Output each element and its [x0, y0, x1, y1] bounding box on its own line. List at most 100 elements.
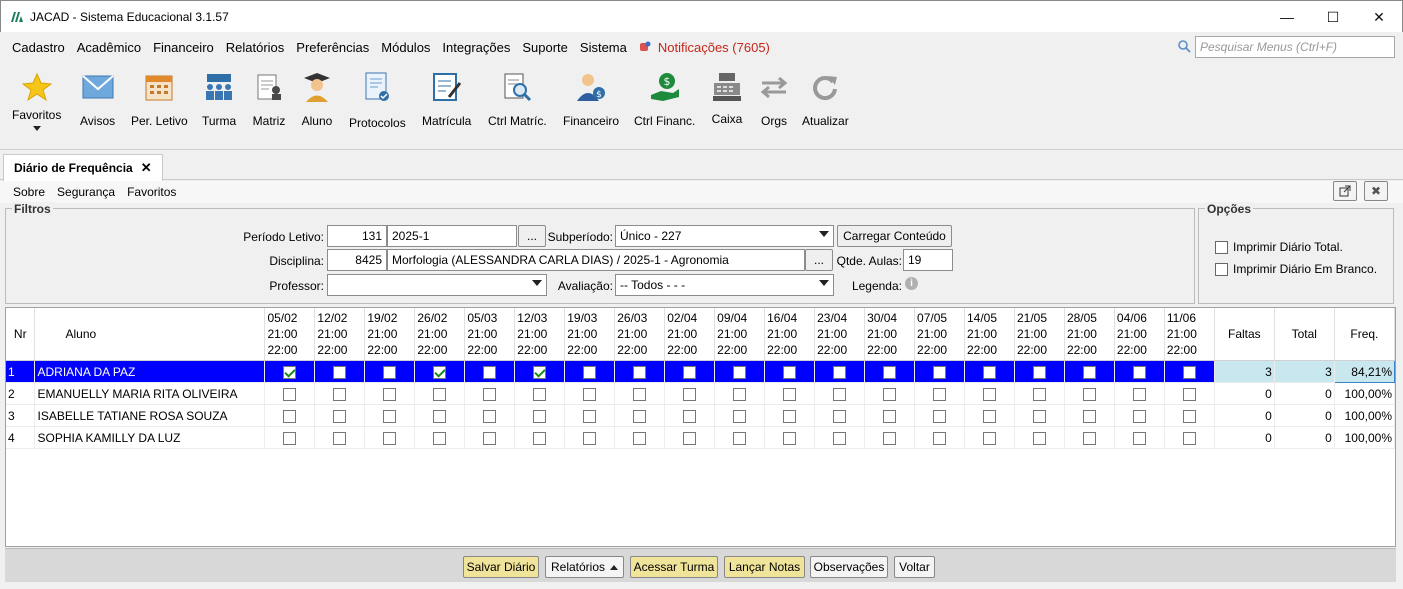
submenu-favoritos[interactable]: Favoritos: [127, 185, 176, 199]
attendance-checkbox[interactable]: [933, 431, 947, 445]
orgs-button[interactable]: Orgs: [757, 70, 791, 128]
attendance-checkbox[interactable]: [683, 387, 697, 401]
close-tab-icon[interactable]: ✕: [141, 160, 152, 176]
attendance-checkbox[interactable]: [633, 431, 647, 445]
attendance-checkbox[interactable]: [783, 387, 797, 401]
col-header-date[interactable]: 12/02 21:00 22:00: [314, 308, 366, 361]
attendance-checkbox[interactable]: [483, 409, 497, 423]
attendance-checkbox[interactable]: [433, 365, 447, 379]
attendance-checkbox[interactable]: [982, 409, 996, 423]
attendance-checkbox[interactable]: [1082, 387, 1096, 401]
menu-preferencias[interactable]: Preferências: [296, 40, 369, 55]
protocolos-button[interactable]: Protocolos: [349, 70, 406, 130]
col-header-date[interactable]: 23/04 21:00 22:00: [814, 308, 866, 361]
menu-search-input[interactable]: Pesquisar Menus (Ctrl+F): [1195, 36, 1395, 58]
col-header-nr[interactable]: Nr: [6, 308, 36, 361]
attendance-checkbox[interactable]: [383, 409, 397, 423]
attendance-checkbox[interactable]: [433, 409, 447, 423]
attendance-checkbox[interactable]: [1132, 431, 1146, 445]
attendance-checkbox[interactable]: [933, 387, 947, 401]
attendance-checkbox[interactable]: [283, 409, 297, 423]
close-panel-button[interactable]: ✖: [1364, 181, 1388, 201]
attendance-checkbox[interactable]: [1032, 387, 1046, 401]
close-window-button[interactable]: ✕: [1356, 1, 1402, 33]
attendance-checkbox[interactable]: [483, 365, 497, 379]
attendance-checkbox[interactable]: [1182, 431, 1196, 445]
col-header-faltas[interactable]: Faltas: [1214, 308, 1275, 361]
menu-academico[interactable]: Acadêmico: [77, 40, 141, 55]
menu-integracoes[interactable]: Integrações: [442, 40, 510, 55]
atualizar-button[interactable]: Atualizar: [802, 70, 849, 128]
attendance-checkbox[interactable]: [933, 409, 947, 423]
attendance-checkbox[interactable]: [383, 365, 397, 379]
col-header-date[interactable]: 05/03 21:00 22:00: [464, 308, 516, 361]
avisos-button[interactable]: Avisos: [80, 70, 115, 128]
ctrl-financ-button[interactable]: $ Ctrl Financ.: [634, 70, 695, 128]
attendance-checkbox[interactable]: [1032, 431, 1046, 445]
per-letivo-button[interactable]: Per. Letivo: [131, 70, 188, 128]
attendance-checkbox[interactable]: [783, 365, 797, 379]
attendance-checkbox[interactable]: [883, 365, 897, 379]
attendance-checkbox[interactable]: [683, 365, 697, 379]
professor-select[interactable]: [327, 274, 547, 296]
col-header-date[interactable]: 26/02 21:00 22:00: [414, 308, 466, 361]
attendance-checkbox[interactable]: [633, 387, 647, 401]
attendance-checkbox[interactable]: [483, 431, 497, 445]
table-row[interactable]: 2 EMANUELLY MARIA RITA OLIVEIRA 0 0 100,00%: [6, 382, 1396, 405]
attendance-checkbox[interactable]: [833, 365, 847, 379]
col-header-date[interactable]: 16/04 21:00 22:00: [764, 308, 816, 361]
submenu-seguranca[interactable]: Segurança: [57, 185, 115, 199]
attendance-checkbox[interactable]: [633, 365, 647, 379]
attendance-checkbox[interactable]: [1082, 431, 1096, 445]
avaliacao-select[interactable]: -- Todos - - -: [615, 274, 834, 296]
subperiodo-select[interactable]: Único - 227: [615, 225, 834, 247]
detach-window-button[interactable]: [1333, 181, 1357, 201]
col-header-date[interactable]: 26/03 21:00 22:00: [614, 308, 666, 361]
voltar-button[interactable]: Voltar: [894, 556, 935, 578]
attendance-checkbox[interactable]: [533, 431, 547, 445]
attendance-checkbox[interactable]: [283, 387, 297, 401]
table-row[interactable]: 1 ADRIANA DA PAZ 3 3 84,21%: [6, 360, 1396, 383]
menu-modulos[interactable]: Módulos: [381, 40, 430, 55]
attendance-checkbox[interactable]: [333, 409, 347, 423]
col-header-date[interactable]: 07/05 21:00 22:00: [914, 308, 965, 361]
attendance-checkbox[interactable]: [733, 387, 747, 401]
aluno-button[interactable]: Aluno: [300, 70, 334, 128]
attendance-checkbox[interactable]: [533, 409, 547, 423]
attendance-checkbox[interactable]: [1182, 409, 1196, 423]
attendance-checkbox[interactable]: [1082, 365, 1096, 379]
periodo-value-field[interactable]: 2025-1: [387, 225, 517, 247]
col-header-date[interactable]: 12/03 21:00 22:00: [514, 308, 566, 361]
col-header-aluno[interactable]: Aluno: [34, 308, 266, 361]
attendance-checkbox[interactable]: [783, 431, 797, 445]
imprimir-branco-checkbox[interactable]: [1215, 263, 1228, 276]
attendance-checkbox[interactable]: [383, 431, 397, 445]
attendance-checkbox[interactable]: [982, 387, 996, 401]
attendance-checkbox[interactable]: [933, 365, 947, 379]
attendance-checkbox[interactable]: [982, 365, 996, 379]
minimize-button[interactable]: —: [1264, 1, 1310, 33]
menu-financeiro[interactable]: Financeiro: [153, 40, 214, 55]
favoritos-button[interactable]: Favoritos: [12, 70, 61, 131]
attendance-checkbox[interactable]: [833, 387, 847, 401]
col-header-date[interactable]: 02/04 21:00 22:00: [664, 308, 716, 361]
matricula-button[interactable]: Matrícula: [422, 70, 471, 128]
attendance-checkbox[interactable]: [433, 431, 447, 445]
attendance-checkbox[interactable]: [1132, 409, 1146, 423]
attendance-checkbox[interactable]: [733, 365, 747, 379]
disciplina-lookup-button[interactable]: ...: [805, 249, 833, 271]
salvar-diario-button[interactable]: Salvar Diário: [463, 556, 539, 578]
attendance-checkbox[interactable]: [433, 387, 447, 401]
attendance-checkbox[interactable]: [683, 431, 697, 445]
periodo-code-field[interactable]: 131: [327, 225, 387, 247]
ctrl-matric-button[interactable]: Ctrl Matríc.: [488, 70, 547, 128]
attendance-checkbox[interactable]: [583, 365, 597, 379]
attendance-checkbox[interactable]: [383, 387, 397, 401]
col-header-date[interactable]: 04/06 21:00 22:00: [1114, 308, 1165, 361]
col-header-freq[interactable]: Freq.: [1334, 308, 1396, 361]
attendance-checkbox[interactable]: [783, 409, 797, 423]
menu-cadastro[interactable]: Cadastro: [12, 40, 65, 55]
attendance-checkbox[interactable]: [483, 387, 497, 401]
col-header-date[interactable]: 05/02 21:00 22:00: [264, 308, 316, 361]
tab-diario-frequencia[interactable]: Diário de Frequência ✕: [3, 154, 163, 181]
